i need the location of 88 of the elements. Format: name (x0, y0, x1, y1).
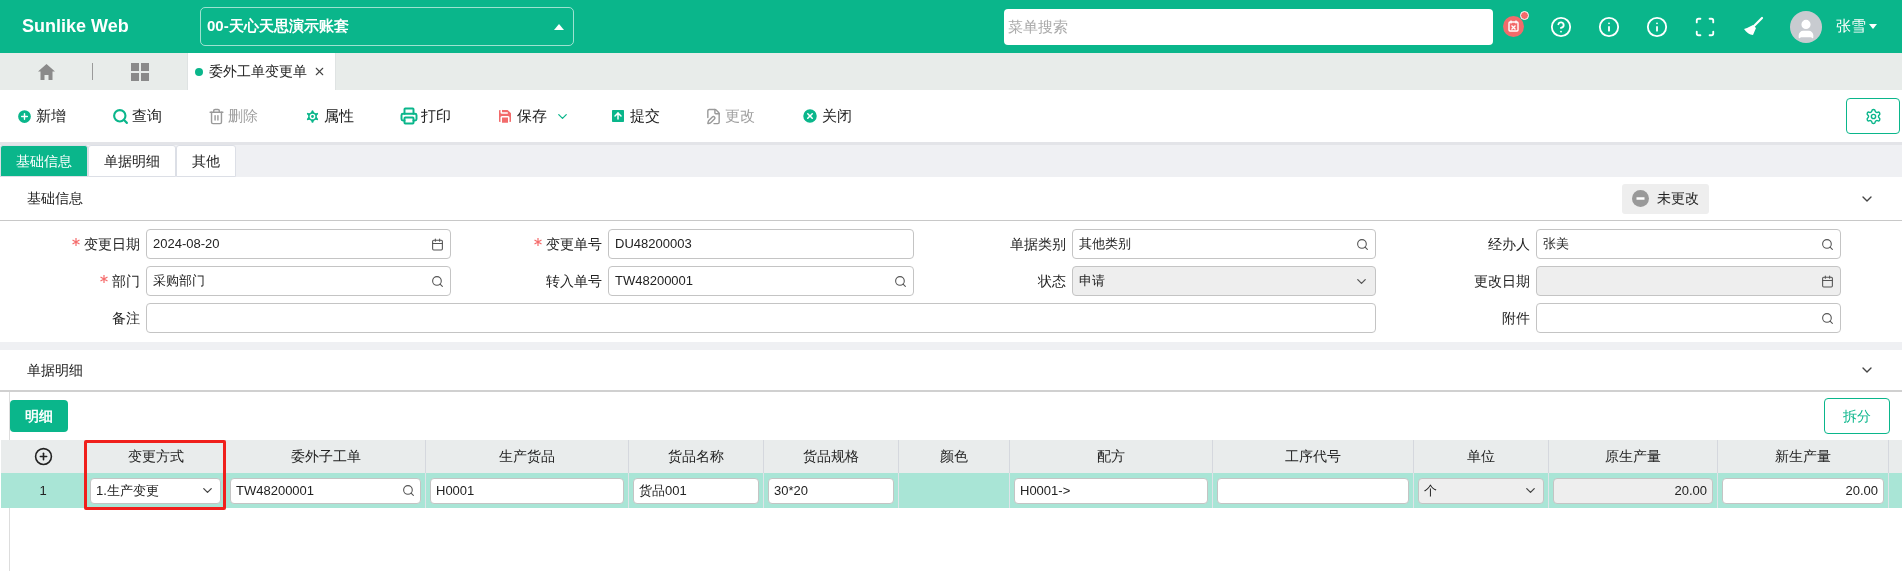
input-field[interactable]: DU48200003 (608, 229, 914, 259)
column-header: 新生产量 (1775, 447, 1831, 466)
printer-icon (400, 107, 418, 125)
input-field[interactable]: 20.00 (1722, 477, 1884, 504)
input-field[interactable] (1217, 477, 1409, 504)
calendar-icon (1821, 274, 1834, 288)
column-header: 原生产量 (1605, 447, 1661, 466)
info-icon[interactable] (1646, 15, 1668, 38)
search-icon (1356, 237, 1369, 251)
field-label: 状态 (1038, 271, 1066, 291)
row-number: 1 (38, 481, 48, 500)
input-field[interactable]: TW48200001 (608, 266, 914, 296)
gear-icon (304, 107, 321, 125)
search-icon (112, 107, 129, 125)
select-field[interactable]: 个 (1418, 477, 1544, 504)
caret-down-icon[interactable] (1869, 24, 1877, 29)
field-label: 附件 (1502, 308, 1530, 328)
field-label: 变更单号 (546, 234, 602, 254)
column-header: 委外子工单 (290, 447, 361, 466)
close-icon[interactable] (313, 65, 326, 78)
field-label: 备注 (112, 308, 140, 328)
section-title: 单据明细 (27, 360, 84, 380)
close-icon (801, 107, 819, 125)
input-field[interactable]: 20.00 (1553, 477, 1713, 504)
toolbar-button[interactable]: 提交 (609, 104, 660, 128)
field-label: 部门 (112, 271, 140, 291)
input-field[interactable]: 张美 (1536, 229, 1841, 259)
column-header: 变更方式 (127, 447, 184, 466)
section-title: 基础信息 (27, 189, 84, 208)
floppy-icon (496, 107, 514, 125)
column-header: 工序代号 (1285, 447, 1341, 466)
field-label: 单据类别 (1010, 234, 1066, 254)
select-field[interactable]: 1.生产变更 (90, 477, 221, 504)
home-icon[interactable] (37, 63, 55, 80)
search-icon (1821, 311, 1834, 325)
toolbar-button[interactable]: 保存 (496, 104, 547, 128)
fullscreen-icon[interactable] (1694, 15, 1716, 38)
help-icon[interactable] (1550, 15, 1572, 38)
input-field[interactable] (146, 303, 1376, 333)
settings-icon (1864, 107, 1882, 125)
section-tab[interactable]: 单据明细 (88, 145, 176, 177)
file-edit-icon (705, 107, 722, 125)
field-label: 变更日期 (84, 234, 140, 254)
search-icon (894, 274, 907, 288)
caret-up-icon (554, 23, 564, 30)
input-field[interactable]: 货品001 (633, 477, 759, 504)
broom-icon[interactable] (1742, 15, 1764, 38)
calendar-x-icon[interactable] (1503, 16, 1524, 37)
input-field[interactable]: 采购部门 (146, 266, 451, 296)
settings-button[interactable] (1846, 98, 1900, 134)
column-header: 生产货品 (499, 447, 555, 466)
trash-icon (208, 107, 225, 125)
grid-icon[interactable] (131, 62, 149, 81)
input-field[interactable]: 2024-08-20 (146, 229, 451, 259)
column-header: 单位 (1467, 447, 1495, 466)
field-label: 更改日期 (1474, 271, 1530, 291)
status-text: 未更改 (1657, 189, 1699, 208)
input-field[interactable] (1536, 303, 1841, 333)
input-field[interactable]: TW48200001 (230, 477, 421, 504)
search-icon (1821, 237, 1834, 251)
input-field[interactable]: 其他类别 (1072, 229, 1376, 259)
minus-icon (1632, 190, 1649, 207)
add-row-icon[interactable] (33, 447, 53, 466)
input-field[interactable]: H0001 (430, 477, 624, 504)
search-icon (431, 274, 444, 288)
search-field[interactable]: 菜单搜索 (1004, 8, 1493, 45)
toolbar-button[interactable]: 关闭 (801, 104, 852, 128)
field-label: 经办人 (1488, 234, 1530, 254)
info-icon[interactable] (1598, 15, 1620, 38)
toolbar-button[interactable]: 打印 (400, 104, 451, 128)
search-icon (402, 484, 415, 497)
avatar[interactable] (1790, 10, 1822, 43)
column-header: 货品名称 (668, 447, 724, 466)
toolbar-button[interactable]: 属性 (304, 104, 354, 128)
add-icon (16, 107, 33, 125)
input-field[interactable]: H0001-> (1014, 477, 1208, 504)
table-row[interactable]: 1 1.生产变更 TW48200001 H0001 货品001 30*20 H0001-> 个 20.00 20.00 (1, 473, 1902, 508)
field-label: 转入单号 (546, 271, 602, 291)
calendar-icon (431, 237, 444, 251)
toolbar-button[interactable]: 查询 (112, 104, 162, 128)
page-tab[interactable]: 委外工单变更单 (187, 53, 336, 90)
upload-icon (609, 107, 627, 125)
column-header: 货品规格 (803, 447, 859, 466)
input-field[interactable]: 30*20 (768, 477, 894, 504)
section-tab[interactable]: 其他 (176, 145, 236, 177)
column-header: 配方 (1097, 447, 1125, 466)
toolbar-button[interactable]: 新增 (16, 104, 66, 128)
column-header: 颜色 (940, 447, 968, 466)
